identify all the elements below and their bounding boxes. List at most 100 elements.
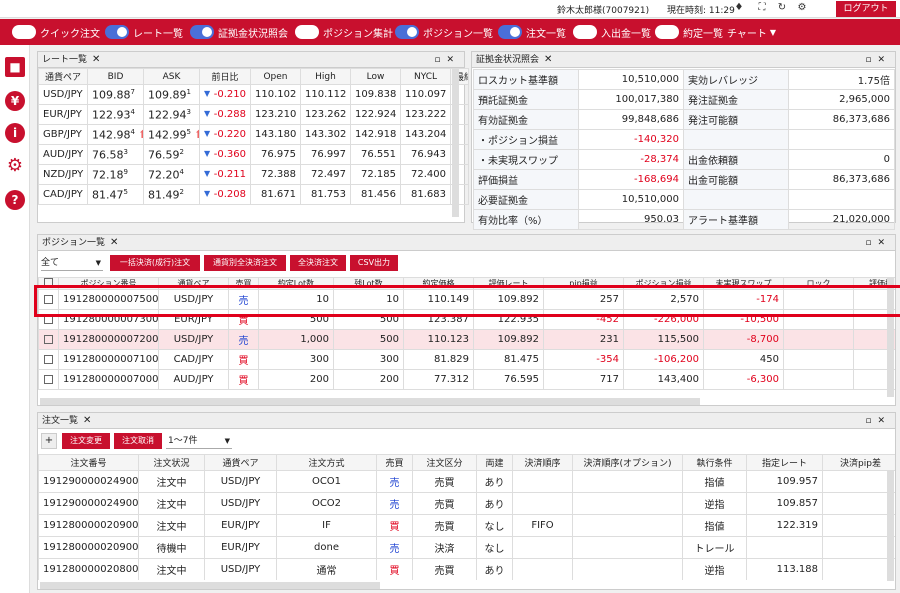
ask-cell[interactable]: 122.943	[143, 104, 200, 125]
toggle-switch[interactable]	[395, 25, 419, 39]
rate-row[interactable]: USD/JPY 109.887 109.891 ▼ -0.210 110.102 110.1…	[38, 84, 469, 105]
pip-pl-cell: -354	[543, 349, 624, 370]
ask-cell[interactable]: 81.492	[143, 184, 200, 205]
column-header[interactable]: 指定レート	[746, 454, 823, 471]
toggle-7[interactable]: 約定一覧	[655, 25, 723, 40]
window-controls[interactable]: ▫✕	[865, 52, 891, 68]
cancel-order-button[interactable]: 注文取消	[114, 433, 162, 449]
chart-menu[interactable]: チャート ▼	[727, 25, 776, 40]
close-icon[interactable]: ✕	[544, 54, 552, 65]
column-header[interactable]: 決済順序	[512, 454, 573, 471]
toggle-switch[interactable]	[655, 25, 679, 39]
order-row[interactable]: 191290000024900 注文中 USD/JPY OCO1 売売買 あり 指値 109.…	[38, 470, 895, 493]
column-header[interactable]: 決済pip差	[822, 454, 895, 471]
close-icon[interactable]: ✕	[92, 54, 100, 65]
bell-icon[interactable]: ♦	[733, 2, 745, 14]
currency-close-button[interactable]: 通貨別全決済注文	[204, 255, 286, 271]
bid-cell[interactable]: 109.887	[87, 84, 144, 105]
toggle-switch[interactable]	[190, 25, 214, 39]
row-checkbox[interactable]	[44, 374, 53, 384]
scrollbar[interactable]	[887, 471, 894, 581]
row-checkbox[interactable]	[44, 354, 53, 364]
add-button[interactable]: +	[41, 433, 57, 449]
save-icon[interactable]: ■	[5, 57, 25, 77]
rate-row[interactable]: EUR/JPY 122.934 122.943 ▼ -0.288 123.210 123.2…	[38, 104, 469, 125]
column-header[interactable]: 決済順序(オプション)	[572, 454, 683, 471]
help-icon[interactable]: ?	[5, 190, 25, 210]
order-row[interactable]: 191280000020900 待機中 EUR/JPY done 売決済 なし トレール	[38, 536, 895, 559]
gear-icon[interactable]: ⚙	[796, 2, 808, 14]
pip-pl-cell: 717	[543, 369, 624, 390]
toggle-switch[interactable]	[295, 25, 319, 39]
column-header[interactable]: 注文方式	[276, 454, 377, 471]
bid-cell[interactable]: 76.583	[87, 144, 144, 165]
toggle-6[interactable]: 入出金一覧	[573, 25, 651, 40]
window-controls[interactable]: ▫✕	[434, 52, 460, 68]
margin-table: ロスカット基準額 10,510,000 実効レバレッジ 1.75倍 預託証拠金 100,0…	[473, 69, 895, 230]
lot-cell: 300	[258, 349, 334, 370]
fullscreen-icon[interactable]: ⛶	[756, 2, 768, 14]
info-icon[interactable]: i	[5, 123, 25, 143]
rate-row[interactable]: CAD/JPY 81.475 81.492 ▼ -0.208 81.671 81.753 81…	[38, 184, 469, 205]
rate-row[interactable]: NZD/JPY 72.189 72.204 ▼ -0.211 72.388 72.497 72…	[38, 164, 469, 185]
position-row[interactable]: 191280000007100 CAD/JPY 買 300 300 81.829 81.47…	[38, 349, 895, 370]
ask-cell[interactable]: 109.891	[143, 84, 200, 105]
close-all-button[interactable]: 全決済注文	[290, 255, 346, 271]
toggle-switch[interactable]	[498, 25, 522, 39]
column-header[interactable]: 執行条件	[682, 454, 747, 471]
column-header[interactable]: 売買	[376, 454, 413, 471]
toggle-switch[interactable]	[105, 25, 129, 39]
ask-cell[interactable]: 72.204	[143, 164, 200, 185]
refresh-icon[interactable]: ↻	[776, 2, 788, 14]
csv-export-button[interactable]: CSV出力	[350, 255, 398, 271]
bid-cell[interactable]: 142.984⬆	[87, 124, 144, 145]
order-row[interactable]: 191280000020800 注文中 USD/JPY 通常買売買 あり 逆指 113.18…	[38, 558, 895, 580]
position-pl-cell: 143,400	[623, 369, 704, 390]
toggle-0[interactable]: クイック注文	[12, 25, 100, 40]
position-row[interactable]: 191280000007000 AUD/JPY 買 200 200 77.312 76.59…	[38, 369, 895, 390]
toggle-5[interactable]: 注文一覧	[498, 25, 566, 40]
ask-cell[interactable]: 142.995⬆	[143, 124, 200, 145]
column-header[interactable]: 注文区分	[412, 454, 477, 471]
high-cell: 72.497	[300, 164, 351, 185]
toggle-4[interactable]: ポジション一覧	[395, 25, 493, 40]
change-value: -0.211	[213, 169, 246, 180]
column-header[interactable]: 両建	[476, 454, 513, 471]
range-select[interactable]: 1～7件 ▼	[166, 433, 232, 449]
bid-cell[interactable]: 81.475	[87, 184, 144, 205]
toggle-switch[interactable]	[12, 25, 36, 39]
close-icon[interactable]: ✕	[83, 415, 91, 426]
ask-cell[interactable]: 76.592	[143, 144, 200, 165]
scrollbar[interactable]	[40, 398, 700, 405]
window-controls[interactable]: ▫✕	[865, 235, 891, 251]
column-header[interactable]: 注文状況	[138, 454, 205, 471]
column-header[interactable]: 通貨ペア	[204, 454, 277, 471]
bid-cell[interactable]: 72.189	[87, 164, 144, 185]
order-row[interactable]: 191290000024900 注文中 USD/JPY OCO2 売売買 あり 逆指 109.…	[38, 492, 895, 515]
bulk-market-close-button[interactable]: 一括決済(成行)注文	[110, 255, 200, 271]
rate-row[interactable]: GBP/JPY142.984⬆142.995⬆▼-0.220143.180143…	[38, 124, 469, 145]
toggle-switch[interactable]	[573, 25, 597, 39]
toggle-3[interactable]: ポジション集計	[295, 25, 393, 40]
pip-diff-cell	[822, 492, 895, 515]
rate-row[interactable]: AUD/JPY 76.583 76.592 ▼ -0.360 76.975 76.997 76…	[38, 144, 469, 165]
logout-button[interactable]: ログアウト	[836, 1, 896, 17]
margin-label: 有効証拠金	[473, 109, 579, 130]
position-row[interactable]: 191280000007200 USD/JPY 売 1,000 500 110.123 10…	[38, 329, 895, 350]
filter-select[interactable]: 全て ▼	[41, 255, 103, 271]
column-header[interactable]: 注文番号	[38, 454, 139, 471]
order-row[interactable]: 191280000020900 注文中 EUR/JPY IF 買売買 なし FIFO 指値 12…	[38, 514, 895, 537]
gear-icon[interactable]: ⚙	[5, 156, 25, 176]
margin-row: 有効比率（%） 950.03 アラート基準額 21,020,000	[473, 209, 895, 230]
toggle-1[interactable]: レート一覧	[105, 25, 183, 40]
pair-cell: AUD/JPY	[38, 144, 88, 165]
toggle-2[interactable]: 証拠金状況照会	[190, 25, 288, 40]
row-checkbox[interactable]	[44, 334, 53, 344]
bid-cell[interactable]: 122.934	[87, 104, 144, 125]
scrollbar[interactable]	[40, 582, 380, 589]
modify-order-button[interactable]: 注文変更	[62, 433, 110, 449]
scrollbar[interactable]	[452, 69, 459, 217]
close-icon[interactable]: ✕	[110, 237, 118, 248]
yen-icon[interactable]: ¥	[5, 91, 25, 111]
window-controls[interactable]: ▫✕	[865, 413, 891, 429]
